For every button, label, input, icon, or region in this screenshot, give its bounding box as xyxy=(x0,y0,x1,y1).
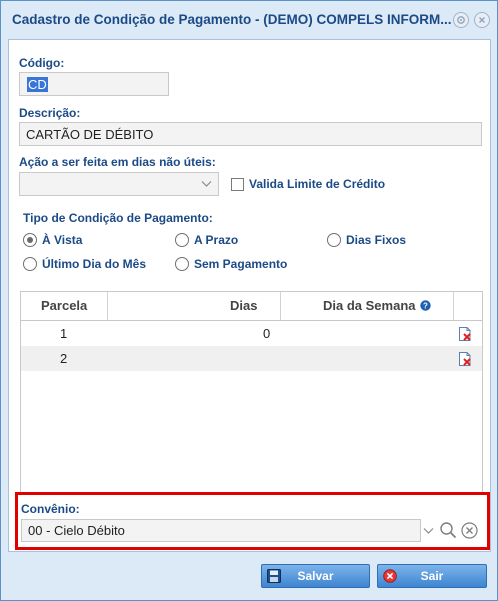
exit-button[interactable]: Sair xyxy=(377,564,487,588)
valida-limite-label: Valida Limite de Crédito xyxy=(249,177,386,191)
radio-ultimo-dia[interactable] xyxy=(23,257,37,271)
floppy-disk-icon xyxy=(267,569,281,583)
radio-dias-fixos-label: Dias Fixos xyxy=(346,233,407,247)
convenio-value: 00 - Cielo Débito xyxy=(28,523,125,538)
form-panel: Código: CD Descrição: CARTÃO DE DÉBITO A… xyxy=(8,39,491,552)
radio-a-vista-label: À Vista xyxy=(42,233,83,247)
descricao-label: Descrição: xyxy=(19,106,81,120)
delete-row-icon[interactable] xyxy=(457,326,473,342)
search-icon[interactable] xyxy=(439,521,457,539)
valida-limite-checkbox[interactable] xyxy=(231,178,244,191)
chevron-down-icon[interactable] xyxy=(201,180,212,188)
radio-dias-fixos[interactable] xyxy=(327,233,341,247)
dialog-window: Cadastro de Condição de Pagamento - (DEM… xyxy=(0,0,498,601)
grid-header: Parcela Dias Dia da Semana ? xyxy=(21,292,482,321)
cell-dias: 0 xyxy=(263,326,271,341)
convenio-section: Convênio: 00 - Cielo Débito xyxy=(15,492,490,550)
col-dia-semana[interactable]: Dia da Semana xyxy=(323,292,416,320)
radio-ultimo-dia-label: Último Dia do Mês xyxy=(42,257,147,271)
descricao-value: CARTÃO DE DÉBITO xyxy=(26,126,154,142)
radio-sem-pagamento[interactable] xyxy=(175,257,189,271)
settings-icon[interactable] xyxy=(453,12,469,28)
close-icon[interactable] xyxy=(474,12,490,28)
radio-a-vista[interactable] xyxy=(23,233,37,247)
descricao-field[interactable]: CARTÃO DE DÉBITO xyxy=(19,122,482,146)
save-button[interactable]: Salvar xyxy=(261,564,370,588)
cancel-icon xyxy=(383,569,397,583)
clear-icon[interactable] xyxy=(461,522,478,539)
col-dias[interactable]: Dias xyxy=(230,292,257,320)
table-row[interactable]: 1 0 xyxy=(21,321,482,346)
exit-button-label: Sair xyxy=(420,569,444,583)
window-title: Cadastro de Condição de Pagamento - (DEM… xyxy=(12,12,452,27)
codigo-label: Código: xyxy=(19,56,65,70)
save-button-label: Salvar xyxy=(297,569,334,583)
help-icon[interactable]: ? xyxy=(420,300,431,311)
delete-row-icon[interactable] xyxy=(457,351,473,367)
cell-parcela: 2 xyxy=(60,351,68,366)
convenio-label: Convênio: xyxy=(21,502,80,516)
acao-label: Ação a ser feita em dias não úteis: xyxy=(19,155,216,169)
codigo-value: CD xyxy=(27,76,48,92)
convenio-field[interactable]: 00 - Cielo Débito xyxy=(21,519,421,542)
codigo-field[interactable]: CD xyxy=(19,72,169,96)
title-bar[interactable]: Cadastro de Condição de Pagamento - (DEM… xyxy=(1,1,497,39)
acao-select[interactable] xyxy=(19,172,219,196)
radio-sem-pagamento-label: Sem Pagamento xyxy=(194,257,288,271)
svg-text:?: ? xyxy=(423,302,428,311)
col-parcela[interactable]: Parcela xyxy=(41,292,87,320)
chevron-down-icon[interactable] xyxy=(423,527,434,535)
cell-parcela: 1 xyxy=(60,326,68,341)
table-row[interactable]: 2 xyxy=(21,346,482,371)
radio-a-prazo[interactable] xyxy=(175,233,189,247)
radio-a-prazo-label: A Prazo xyxy=(194,233,239,247)
tipo-label: Tipo de Condição de Pagamento: xyxy=(23,211,213,225)
